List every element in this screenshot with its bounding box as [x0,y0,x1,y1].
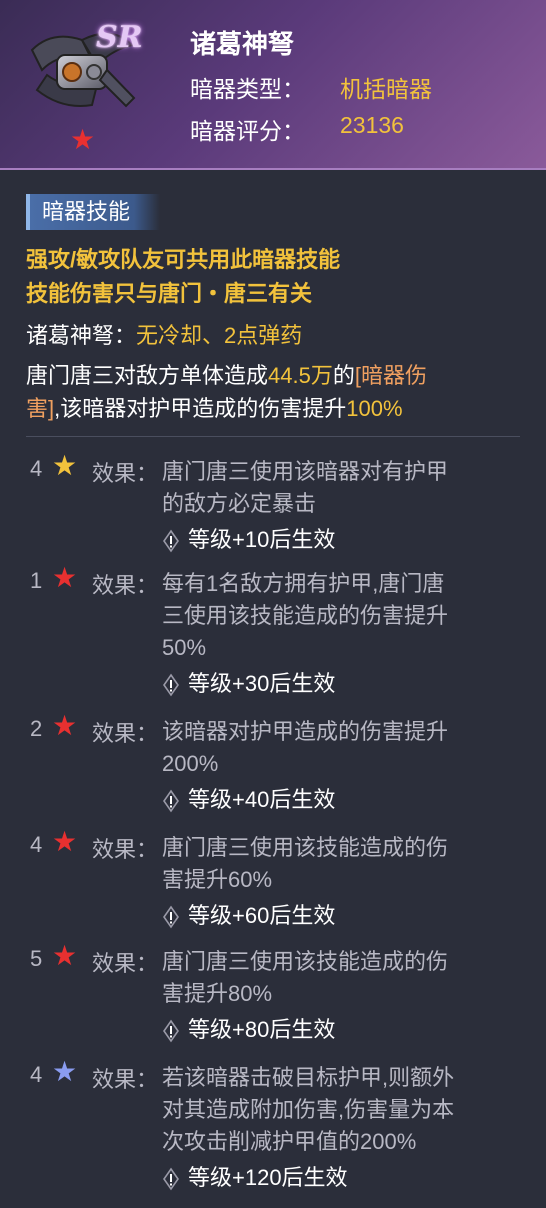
star-icon: ★ [52,940,78,971]
effect-text: 每有1名敌方拥有护甲,唐门唐 三使用该技能造成的伤害提升 50% [162,568,522,664]
effect-text-line: 唐门唐三使用该技能造成的伤 [162,835,449,860]
ammo-label: 诸葛神弩： [26,323,137,348]
effect-text-line: 每有1名敌方拥有护甲,唐门唐 [162,571,445,596]
effect-label: 效果： [92,573,159,598]
effect-requirement-text: 等级+80后生效 [188,1017,336,1042]
desc-text: 唐门唐三对敌方单体造成 [26,363,269,388]
desc-text: ,该暗器对护甲造成的伤害提升 [54,396,347,421]
rarity-badge: SR [96,20,143,55]
effect-star-count: 1 [30,568,43,593]
effect-star-count: 5 [30,946,43,971]
desc-percent: 100% [346,396,403,421]
star-icon: ★ [70,124,96,155]
lock-icon [163,1019,179,1043]
effect-requirement: 等级+10后生效 [162,522,335,554]
lock-icon [163,1167,179,1191]
divider [26,436,520,437]
weapon-score-row: 暗器评分： 23136 [190,112,404,146]
desc-tag: [暗器伤 [354,363,427,388]
weapon-score-value: 23136 [340,112,404,138]
weapon-type-row: 暗器类型： 机括暗器 [190,70,432,104]
ammo-line: 诸葛神弩：无冷却、2点弹药 [26,318,302,350]
effect-text-line: 害提升80% [162,981,273,1006]
weapon-score-label: 暗器评分： [190,118,305,144]
skill-description-line1: 唐门唐三对敌方单体造成44.5万的[暗器伤 [26,358,427,390]
star-icon: ★ [52,562,78,593]
effect-label: 效果： [92,837,159,862]
star-icon: ★ [52,1056,78,1087]
star-icon: ★ [52,710,78,741]
skill-damage-note: 技能伤害只与唐门・唐三有关 [26,281,313,306]
effect-requirement: 等级+60后生效 [162,898,335,930]
star-icon: ★ [52,450,78,481]
effect-text: 若该暗器击破目标护甲,则额外 对其造成附加伤害,伤害量为本 次攻击削减护甲值的200… [162,1062,522,1158]
effect-text-line: 该暗器对护甲造成的伤害提升 [162,719,449,744]
effect-text-line: 唐门唐三使用该暗器对有护甲 [162,459,449,484]
desc-damage: 44.5万 [268,363,333,388]
desc-text: 的 [332,363,355,388]
skill-section-tag: 暗器技能 [26,194,160,230]
lock-icon [163,529,179,553]
effect-text: 唐门唐三使用该技能造成的伤 害提升80% [162,946,522,1010]
effect-text-line: 50% [162,635,207,660]
effect-label: 效果： [92,461,159,486]
effect-label: 效果： [92,1067,159,1092]
effect-star-count: 4 [30,1062,43,1087]
effect-text-line: 唐门唐三使用该技能造成的伤 [162,949,449,974]
lock-icon [163,905,179,929]
weapon-type-label: 暗器类型： [190,76,305,102]
lock-icon [163,789,179,813]
effect-text-line: 200% [162,751,219,776]
effect-requirement-text: 等级+10后生效 [188,527,336,552]
skill-shared-note: 强攻/敏攻队友可共用此暗器技能 [26,247,341,272]
skill-description-line2: 害],该暗器对护甲造成的伤害提升100% [26,391,403,423]
effect-requirement: 等级+40后生效 [162,782,335,814]
effect-requirement-text: 等级+60后生效 [188,903,336,928]
effect-text: 唐门唐三使用该技能造成的伤 害提升60% [162,832,522,896]
effect-text-line: 害提升60% [162,867,273,892]
lock-icon [163,673,179,697]
effect-star-count: 4 [30,456,43,481]
effect-text: 唐门唐三使用该暗器对有护甲 的敌方必定暴击 [162,456,522,520]
star-icon: ★ [52,826,78,857]
effect-requirement-text: 等级+30后生效 [188,671,336,696]
weapon-header: SR ★ 诸葛神弩 暗器类型： 机括暗器 暗器评分： 23136 [0,0,546,170]
desc-tag: 害] [26,396,55,421]
effect-star-count: 4 [30,832,43,857]
ammo-value: 无冷却、2点弹药 [136,323,303,348]
effect-requirement-text: 等级+120后生效 [188,1165,348,1190]
effect-requirement: 等级+80后生效 [162,1012,335,1044]
effect-text-line: 的敌方必定暴击 [162,491,317,516]
weapon-name: 诸葛神弩 [190,29,295,59]
effect-label: 效果： [92,951,159,976]
effect-text-line: 对其造成附加伤害,伤害量为本 [162,1097,455,1122]
effect-star-count: 2 [30,716,43,741]
effect-requirement-text: 等级+40后生效 [188,787,336,812]
effect-text-line: 三使用该技能造成的伤害提升 [162,603,449,628]
effect-text: 该暗器对护甲造成的伤害提升 200% [162,716,522,780]
effect-text-line: 若该暗器击破目标护甲,则额外 [162,1065,455,1090]
effect-requirement: 等级+30后生效 [162,666,335,698]
effect-text-line: 次攻击削减护甲值的200% [162,1129,417,1154]
effect-requirement: 等级+120后生效 [162,1160,348,1192]
weapon-type-value: 机括暗器 [340,76,432,102]
effect-label: 效果： [92,721,159,746]
